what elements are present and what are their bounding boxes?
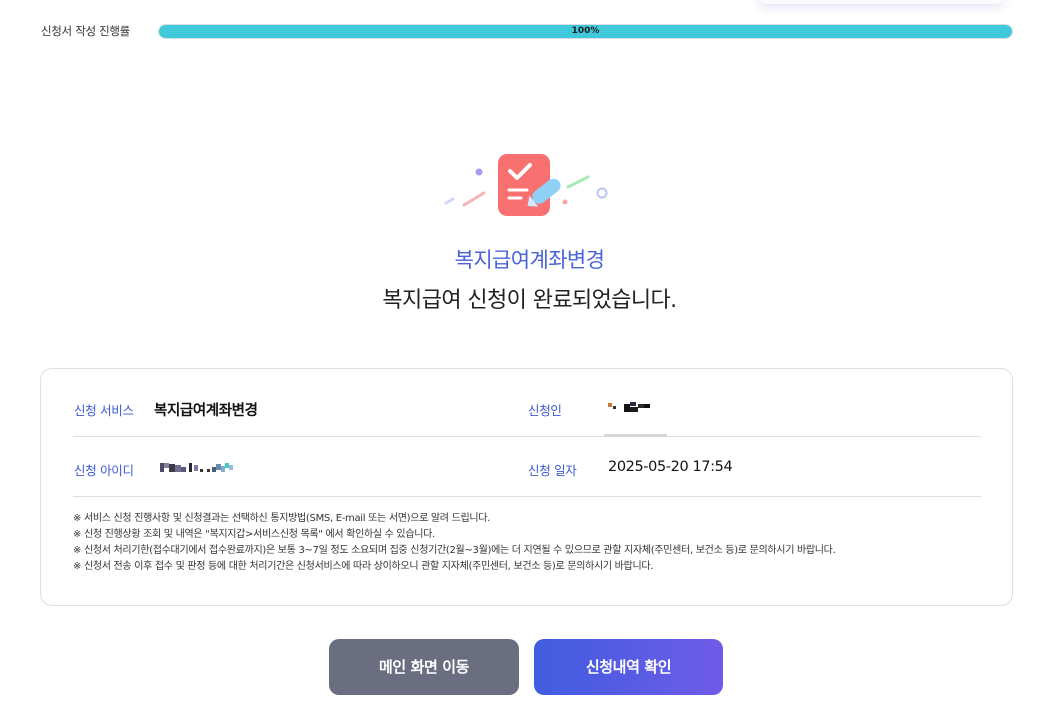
notice-item: ※ 신청서 처리기한(접수대기에서 접수완료까지)은 보통 3~7일 정도 소요…: [73, 545, 836, 556]
application-complete-icon: [444, 154, 608, 216]
info-row: 신청 서비스 복지급여계좌변경 신청인: [73, 377, 981, 437]
service-value: 복지급여계좌변경: [154, 403, 258, 419]
notice-item: ※ 서비스 신청 진행사항 및 신청결과는 선택하신 통지방법(SMS, E-m…: [73, 513, 491, 524]
notice-list: ※ 서비스 신청 진행사항 및 신청결과는 선택하신 통지방법(SMS, E-m…: [73, 511, 973, 575]
completion-message: 복지급여 신청이 완료되었습니다.: [382, 288, 677, 313]
info-row: 신청 아이디 신청 일자 2025-05-20 17:54: [73, 437, 981, 497]
decoration-dot: [475, 168, 483, 176]
date-value: 2025-05-20 17:54: [608, 459, 733, 475]
notice-item: ※ 신청 진행상황 조회 및 내역은 "복지지갑>서비스신청 목록" 에서 확인…: [73, 529, 435, 540]
user-id-masked: [160, 463, 233, 472]
applicant-label: 신청인: [528, 403, 562, 418]
progress-bar: 100%: [158, 24, 1013, 39]
progress-percent: 100%: [571, 26, 600, 36]
notice-item: ※ 신청서 전송 이후 접수 및 판정 등에 대한 처리기간은 신청서비스에 따…: [73, 561, 654, 572]
applicant-masked-name: [608, 402, 650, 412]
floating-panel-edge: [758, 0, 1004, 4]
service-title: 복지급여계좌변경: [454, 248, 605, 272]
service-label: 신청 서비스: [74, 403, 134, 418]
go-to-main-button[interactable]: 메인 화면 이동: [329, 639, 519, 695]
check-application-history-button[interactable]: 신청내역 확인: [534, 639, 723, 695]
progress-label: 신청서 작성 진행률: [41, 24, 130, 38]
date-label: 신청 일자: [528, 463, 577, 478]
clipboard-shape: [498, 154, 550, 216]
application-complete-page: 신청서 작성 진행률 100% 복지급여계좌변경 복지급여 신청이 완료되었습니…: [0, 0, 1059, 717]
user-id-label: 신청 아이디: [74, 463, 134, 478]
application-info-box: 신청 서비스 복지급여계좌변경 신청인 신청 아이디 신청 일자 2025-05…: [40, 368, 1013, 606]
